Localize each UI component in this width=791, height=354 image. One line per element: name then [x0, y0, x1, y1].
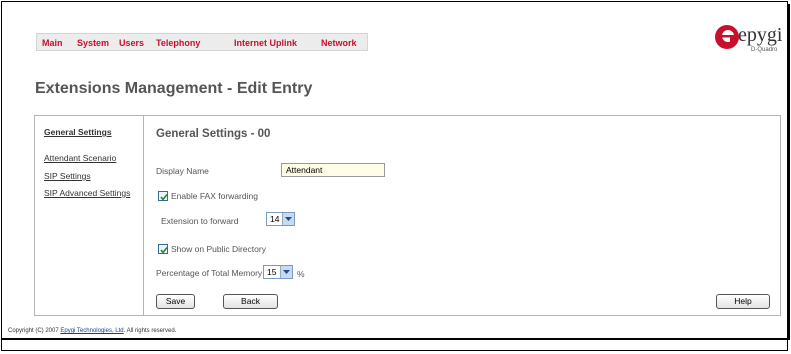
display-name-field[interactable]: Attendant — [281, 163, 385, 177]
settings-sidebar: General Settings Attendant Scenario SIP … — [35, 116, 144, 315]
copyright-suffix: . All rights reserved. — [123, 328, 177, 334]
nav-item-system[interactable]: System — [77, 38, 109, 48]
top-nav-bar: Main System Users Telephony Internet Upl… — [36, 33, 368, 51]
sidebar-item-general-settings[interactable]: General Settings — [44, 127, 112, 137]
extension-forward-select[interactable]: 14 — [266, 212, 295, 226]
logo-mark-icon — [715, 25, 739, 49]
sidebar-item-sip-settings[interactable]: SIP Settings — [44, 171, 91, 181]
nav-item-users[interactable]: Users — [119, 38, 144, 48]
nav-item-network[interactable]: Network — [321, 38, 357, 48]
save-button[interactable]: Save — [156, 294, 195, 309]
company-link[interactable]: Epygi Technologies, Ltd — [60, 328, 123, 334]
memory-unit-label: % — [297, 269, 305, 279]
extension-forward-value: 14 — [270, 214, 280, 224]
extension-forward-label: Extension to forward — [161, 216, 239, 226]
app-frame: Main System Users Telephony Internet Upl… — [1, 1, 790, 351]
display-name-label: Display Name — [156, 166, 209, 176]
frame-right-border — [788, 4, 790, 340]
fax-forwarding-checkbox[interactable] — [158, 191, 168, 201]
dropdown-arrow-icon — [282, 213, 294, 225]
edit-panel: General Settings Attendant Scenario SIP … — [34, 115, 781, 316]
public-directory-label: Show on Public Directory — [171, 244, 266, 254]
help-button[interactable]: Help — [716, 294, 770, 309]
memory-percentage-select[interactable]: 15 — [263, 265, 293, 279]
logo-model-text: D-Quadro — [751, 47, 778, 53]
sidebar-item-sip-advanced-settings[interactable]: SIP Advanced Settings — [44, 188, 130, 198]
fax-forwarding-label: Enable FAX forwarding — [171, 191, 258, 201]
memory-percentage-label: Percentage of Total Memory — [156, 268, 263, 278]
dropdown-arrow-icon — [280, 266, 292, 278]
checkmark-icon — [160, 194, 168, 201]
memory-percentage-value: 15 — [267, 267, 277, 277]
sidebar-item-attendant-scenario[interactable]: Attendant Scenario — [44, 153, 116, 163]
nav-item-main[interactable]: Main — [42, 38, 63, 48]
copyright-footer: Copyright (C) 2007 Epygi Technologies, L… — [8, 328, 176, 334]
content-title: General Settings - 00 — [156, 128, 271, 140]
page-title: Extensions Management - Edit Entry — [35, 80, 313, 97]
logo-brand-text: epygi — [738, 24, 783, 46]
public-directory-checkbox[interactable] — [158, 244, 168, 254]
copyright-prefix: Copyright (C) 2007 — [8, 328, 61, 334]
nav-item-internet-uplink[interactable]: Internet Uplink — [234, 38, 297, 48]
frame-bottom-border — [2, 338, 789, 340]
checkmark-icon — [160, 247, 168, 254]
epygi-logo: epygi D-Quadro — [714, 24, 784, 54]
nav-item-telephony[interactable]: Telephony — [156, 38, 200, 48]
back-button[interactable]: Back — [223, 294, 278, 309]
